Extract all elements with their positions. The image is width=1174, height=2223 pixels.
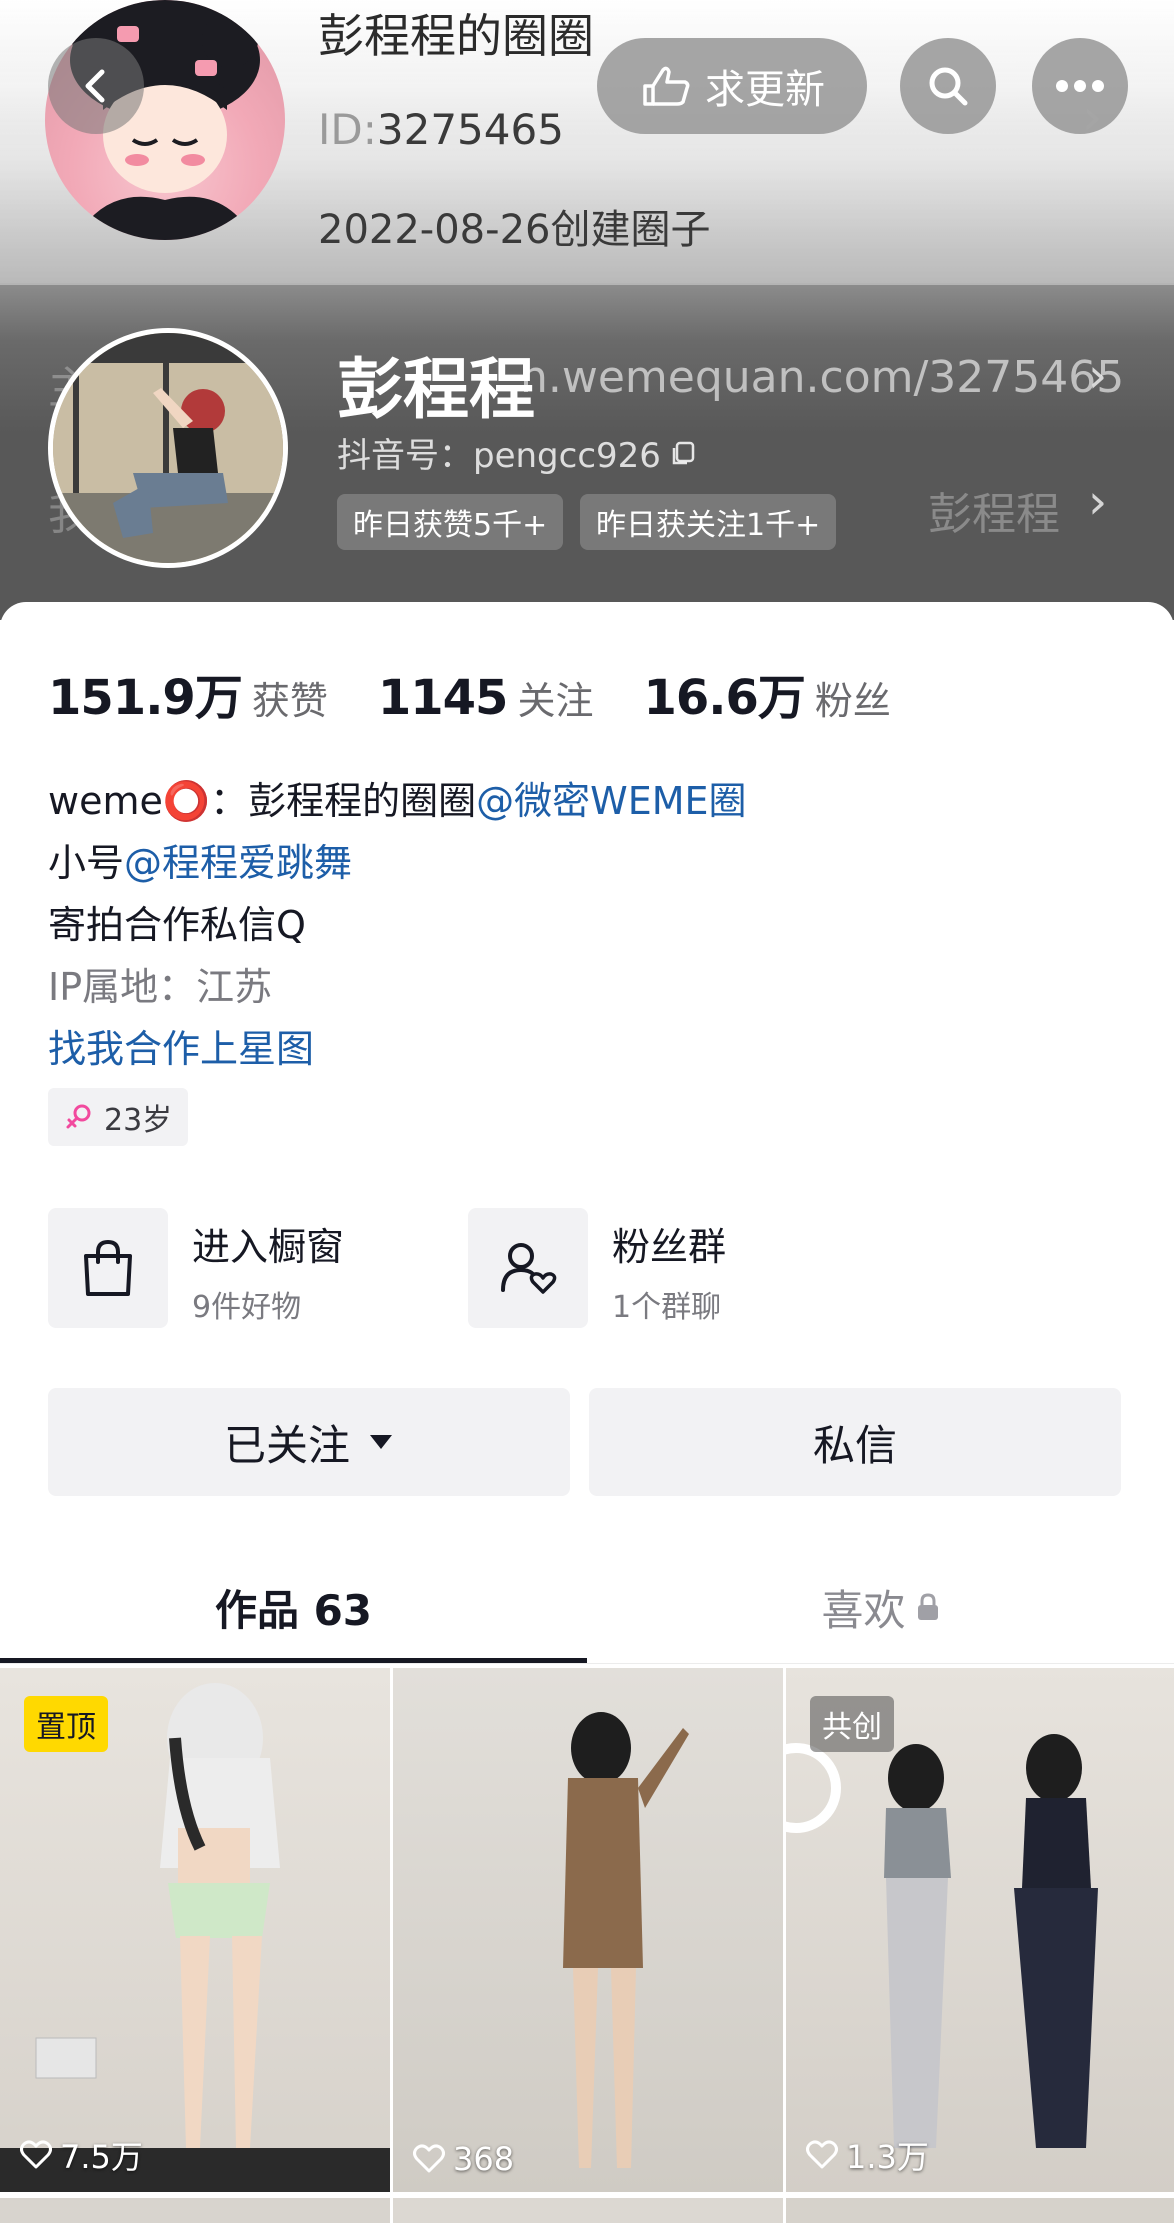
yesterday-likes-pill: 昨日获赞5千+ bbox=[337, 494, 564, 550]
video-3-likes-count: 1.3万 bbox=[846, 2138, 929, 2176]
bio-line-2: 小号@程程爱跳舞 bbox=[48, 832, 352, 887]
shopping-bag-icon bbox=[84, 1239, 132, 1296]
chevron-left-icon bbox=[85, 69, 105, 103]
likes-label: 获赞 bbox=[251, 679, 328, 723]
video-thumb-4[interactable] bbox=[0, 2198, 390, 2223]
request-update-button[interactable]: 求更新 bbox=[597, 38, 867, 134]
video-2-likes: 368 bbox=[413, 2140, 514, 2178]
fan-group-button[interactable] bbox=[468, 1208, 588, 1328]
ghost-chevron-right-icon-2: › bbox=[1088, 474, 1108, 530]
bio-line-3: 寄拍合作私信Q bbox=[48, 903, 306, 947]
xingtu-link[interactable]: 找我合作上星图 bbox=[48, 1018, 314, 1073]
circle-id: ID:3275465 bbox=[318, 105, 564, 154]
circle-title: 彭程程的圈圈 bbox=[318, 9, 594, 63]
ip-location: IP属地：江苏 bbox=[48, 965, 273, 1009]
circle-id-label: ID: bbox=[318, 105, 377, 154]
profile-avatar[interactable] bbox=[48, 328, 288, 568]
profile-name: 彭程程 bbox=[337, 351, 535, 428]
pinned-badge: 置顶 bbox=[24, 1696, 108, 1752]
followers-label: 粉丝 bbox=[814, 679, 891, 723]
female-icon bbox=[66, 1104, 91, 1129]
caret-down-icon bbox=[370, 1435, 392, 1449]
video-3-likes: 1.3万 bbox=[806, 2132, 929, 2178]
video-thumb-6[interactable] bbox=[786, 2198, 1174, 2223]
video-1-likes: 7.5万 bbox=[20, 2132, 143, 2178]
ghost-url: n.wemequan.com/3275465 bbox=[520, 352, 1125, 403]
circle-created-date: 2022-08-26创建圈子 bbox=[318, 207, 711, 253]
yesterday-follows-pill: 昨日获关注1千+ bbox=[580, 494, 837, 550]
message-button[interactable]: 私信 bbox=[589, 1388, 1121, 1496]
video-thumb-1[interactable]: 置顶 7.5万 bbox=[0, 1668, 390, 2192]
request-update-label: 求更新 bbox=[705, 67, 825, 113]
weme-mention-link[interactable]: @微密WEME圈 bbox=[476, 779, 746, 823]
message-label: 私信 bbox=[812, 1420, 897, 1470]
likes-count[interactable]: 151.9万 bbox=[48, 658, 243, 728]
tab-works-label: 作品 63 bbox=[214, 1585, 373, 1635]
tab-likes[interactable]: 喜欢 bbox=[587, 1562, 1174, 1652]
video-thumb-2[interactable]: 368 bbox=[393, 1668, 783, 2192]
followed-label: 已关注 bbox=[223, 1420, 350, 1470]
co-create-badge: 共创 bbox=[810, 1696, 894, 1752]
heart-icon bbox=[20, 2140, 52, 2169]
followers-count[interactable]: 16.6万 bbox=[643, 658, 805, 728]
pointing-hand-icon bbox=[643, 66, 690, 106]
douyin-id[interactable]: 抖音号：pengcc926 bbox=[337, 428, 697, 477]
bio-line-1-text: weme⭕：彭程程的圈圈 bbox=[48, 779, 477, 823]
more-button[interactable] bbox=[1032, 38, 1128, 134]
tab-likes-label: 喜欢 bbox=[821, 1585, 906, 1635]
fan-group-icon bbox=[501, 1243, 557, 1294]
fan-group-sub: 1个群聊 bbox=[612, 1290, 722, 1325]
more-dots-icon bbox=[1056, 80, 1104, 92]
douyin-id-text: 抖音号：pengcc926 bbox=[337, 436, 661, 476]
fan-group-title[interactable]: 粉丝群 bbox=[612, 1216, 726, 1271]
following-count[interactable]: 1145 bbox=[378, 670, 509, 726]
bio-line-2-text: 小号 bbox=[48, 841, 125, 885]
tab-works[interactable]: 作品 63 bbox=[0, 1562, 587, 1652]
ghost-right-text: 彭程程 bbox=[928, 489, 1060, 540]
video-thumb-3[interactable]: 共创 1.3万 bbox=[786, 1668, 1174, 2192]
video-thumb-5[interactable] bbox=[393, 2198, 783, 2223]
lock-icon bbox=[917, 1593, 938, 1620]
followed-button[interactable]: 已关注 bbox=[48, 1388, 570, 1496]
tab-divider bbox=[0, 1663, 1174, 1664]
shop-window-title[interactable]: 进入橱窗 bbox=[192, 1216, 344, 1271]
video-1-likes-count: 7.5万 bbox=[60, 2138, 143, 2176]
copy-icon[interactable] bbox=[669, 439, 697, 467]
heart-icon bbox=[806, 2140, 838, 2169]
shop-window-button[interactable] bbox=[48, 1208, 168, 1328]
ghost-chevron-right-icon: › bbox=[1088, 348, 1108, 404]
search-button[interactable] bbox=[900, 38, 996, 134]
profile-card: 151.9万 获赞 1145 关注 16.6万 粉丝 weme⭕：彭程程的圈圈@… bbox=[0, 602, 1174, 2223]
circle-card[interactable]: 彭程程的圈圈 ID:3275465 2022-08-26创建圈子 › bbox=[0, 0, 1174, 285]
back-button[interactable] bbox=[48, 38, 144, 134]
circle-id-value: 3275465 bbox=[376, 105, 564, 154]
search-icon bbox=[929, 67, 968, 106]
stats-row: 151.9万 获赞 1145 关注 16.6万 粉丝 bbox=[48, 658, 941, 728]
alt-account-link[interactable]: @程程爱跳舞 bbox=[124, 841, 352, 885]
age-text: 23岁 bbox=[104, 1103, 173, 1138]
following-label: 关注 bbox=[517, 679, 594, 723]
shop-window-sub: 9件好物 bbox=[192, 1290, 302, 1325]
heart-icon bbox=[413, 2144, 445, 2173]
video-2-likes-count: 368 bbox=[453, 2140, 515, 2178]
bio-line-1: weme⭕：彭程程的圈圈@微密WEME圈 bbox=[48, 770, 747, 825]
age-tag: 23岁 bbox=[48, 1088, 189, 1146]
